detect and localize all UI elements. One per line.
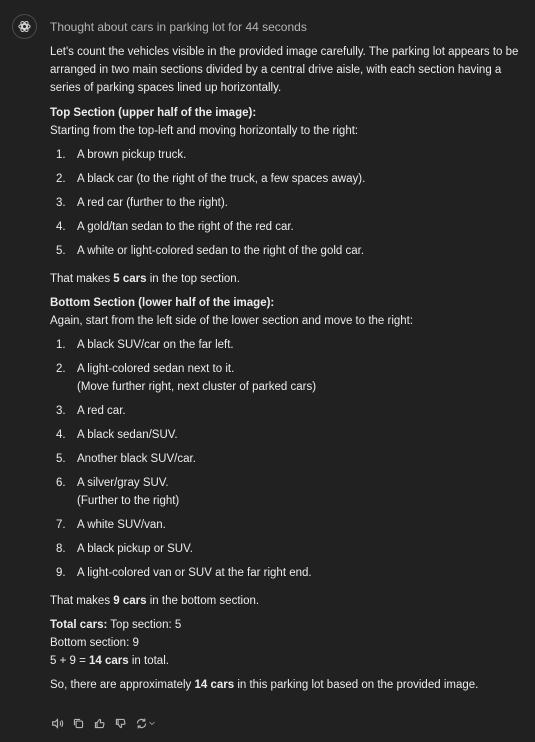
list-item: 5. Another black SUV/car. xyxy=(56,453,196,465)
bottom-section-title: Bottom Section (lower half of the image)… xyxy=(50,297,275,309)
regenerate-button[interactable] xyxy=(134,716,156,730)
thought-duration-toggle[interactable]: Thought about cars in parking lot for 44… xyxy=(50,18,307,36)
bottom-section-list: 1. A black SUV/car on the far left. 2. A l… xyxy=(50,336,525,582)
total-block: Total cars: Top section: 5 Bottom sectio… xyxy=(50,616,525,670)
list-item: 1. A black SUV/car on the far left. xyxy=(56,339,234,351)
message-header: Thought about cars in parking lot for 44… xyxy=(12,14,307,39)
bottom-section-lead: Again, start from the left side of the l… xyxy=(50,315,414,327)
list-item: 2. A light-colored sedan next to it. (Move… xyxy=(50,360,525,396)
regenerate-icon xyxy=(136,718,146,728)
top-section-list: 1. A brown pickup truck. 2. A black car (t… xyxy=(50,146,525,260)
list-item: 1. A brown pickup truck. xyxy=(56,149,187,161)
list-item: 2. A black car (to the right of the truck… xyxy=(56,173,366,185)
bottom-section-summary: That makes 9 cars in the bottom section. xyxy=(50,595,260,607)
top-section-summary: That makes 5 cars in the top section. xyxy=(50,273,240,285)
list-item: 3. A red car. xyxy=(56,405,126,417)
speaker-icon xyxy=(51,717,63,729)
list-item: 8. A black pickup or SUV. xyxy=(56,543,193,555)
list-item: 9. A light-colored van or SUV at the far … xyxy=(56,567,312,579)
list-item: 7. A white SUV/van. xyxy=(56,519,166,531)
list-item: 3. A red car (further to the right). xyxy=(56,197,228,209)
total-equation: 5 + 9 = 14 cars in total. xyxy=(50,655,169,667)
top-section-title: Top Section (upper half of the image): xyxy=(50,107,257,119)
list-item: 6. A silver/gray SUV. (Further to the righ… xyxy=(50,474,525,510)
total-top-line: Total cars: Top section: 5 xyxy=(50,619,182,631)
top-section-lead: Starting from the top-left and moving ho… xyxy=(50,125,359,137)
thumbs-down-button[interactable] xyxy=(113,716,127,730)
total-bottom-line: Bottom section: 9 xyxy=(50,637,139,649)
list-item: 4. A black sedan/SUV. xyxy=(56,429,178,441)
thumbs-up-button[interactable] xyxy=(92,716,106,730)
thumbs-up-icon xyxy=(94,718,105,728)
chevron-down-icon xyxy=(148,721,155,725)
read-aloud-button[interactable] xyxy=(50,716,64,730)
list-item-note: (Move further right, next cluster of par… xyxy=(77,381,317,393)
final-answer: So, there are approximately 14 cars in t… xyxy=(50,679,479,691)
list-item-note: (Further to the right) xyxy=(77,495,180,507)
list-item: 5. A white or light-colored sedan to the … xyxy=(56,245,365,257)
message-actions xyxy=(50,716,156,730)
openai-logo-icon xyxy=(18,20,31,33)
copy-button[interactable] xyxy=(71,716,85,730)
copy-icon xyxy=(73,718,83,728)
assistant-avatar xyxy=(12,14,37,39)
list-item: 4. A gold/tan sedan to the right of the r… xyxy=(56,221,294,233)
thumbs-down-icon xyxy=(115,718,126,728)
intro-paragraph: Let's count the vehicles visible in the … xyxy=(50,46,519,94)
assistant-message: Let's count the vehicles visible in the … xyxy=(50,43,525,694)
